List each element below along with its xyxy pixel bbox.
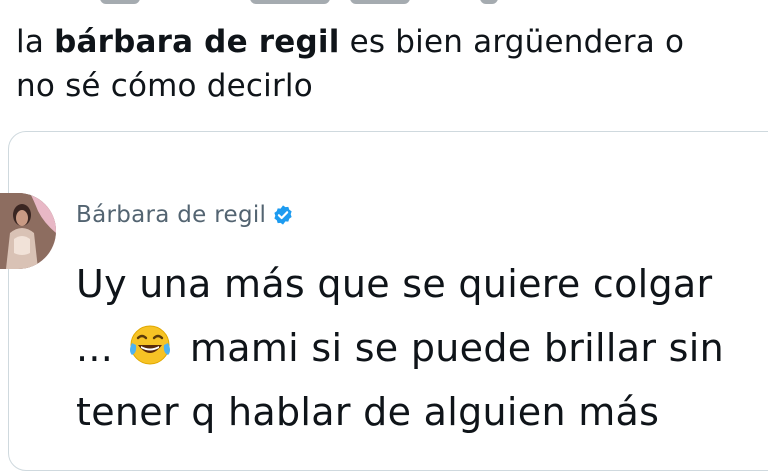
tweet-text-suffix: es bien argüendera o xyxy=(339,24,685,60)
tweet-text-bold-mention: bárbara de regil xyxy=(54,24,340,60)
quoted-text-line-2: ... mami si se puede brillar sin xyxy=(76,316,768,380)
quoted-author-name[interactable]: Bárbara de regil xyxy=(76,202,266,228)
tweet-text: la bárbara de regil es bien argüendera o… xyxy=(16,20,768,108)
quoted-text-line-1: Uy una más que se quiere colgar xyxy=(76,262,713,306)
tweet-text-line-2: no sé cómo decirlo xyxy=(16,68,313,104)
quoted-text-line-2-rest: mami si se puede brillar sin xyxy=(177,326,724,370)
tweet-text-prefix: la xyxy=(16,24,55,60)
quoted-text-ellipsis: ... xyxy=(76,326,126,370)
cropped-header-remnant xyxy=(100,0,520,6)
quoted-tweet-text: Uy una más que se quiere colgar ... mami… xyxy=(76,252,768,444)
tweet-text-line-1: la bárbara de regil es bien argüendera o xyxy=(16,20,768,64)
quoted-text-line-3: tener q hablar de alguien más xyxy=(76,390,660,434)
quoted-author-row[interactable]: Bárbara de regil xyxy=(76,199,294,231)
face-with-tears-of-joy-icon xyxy=(129,325,170,365)
verified-badge-icon xyxy=(274,205,292,225)
